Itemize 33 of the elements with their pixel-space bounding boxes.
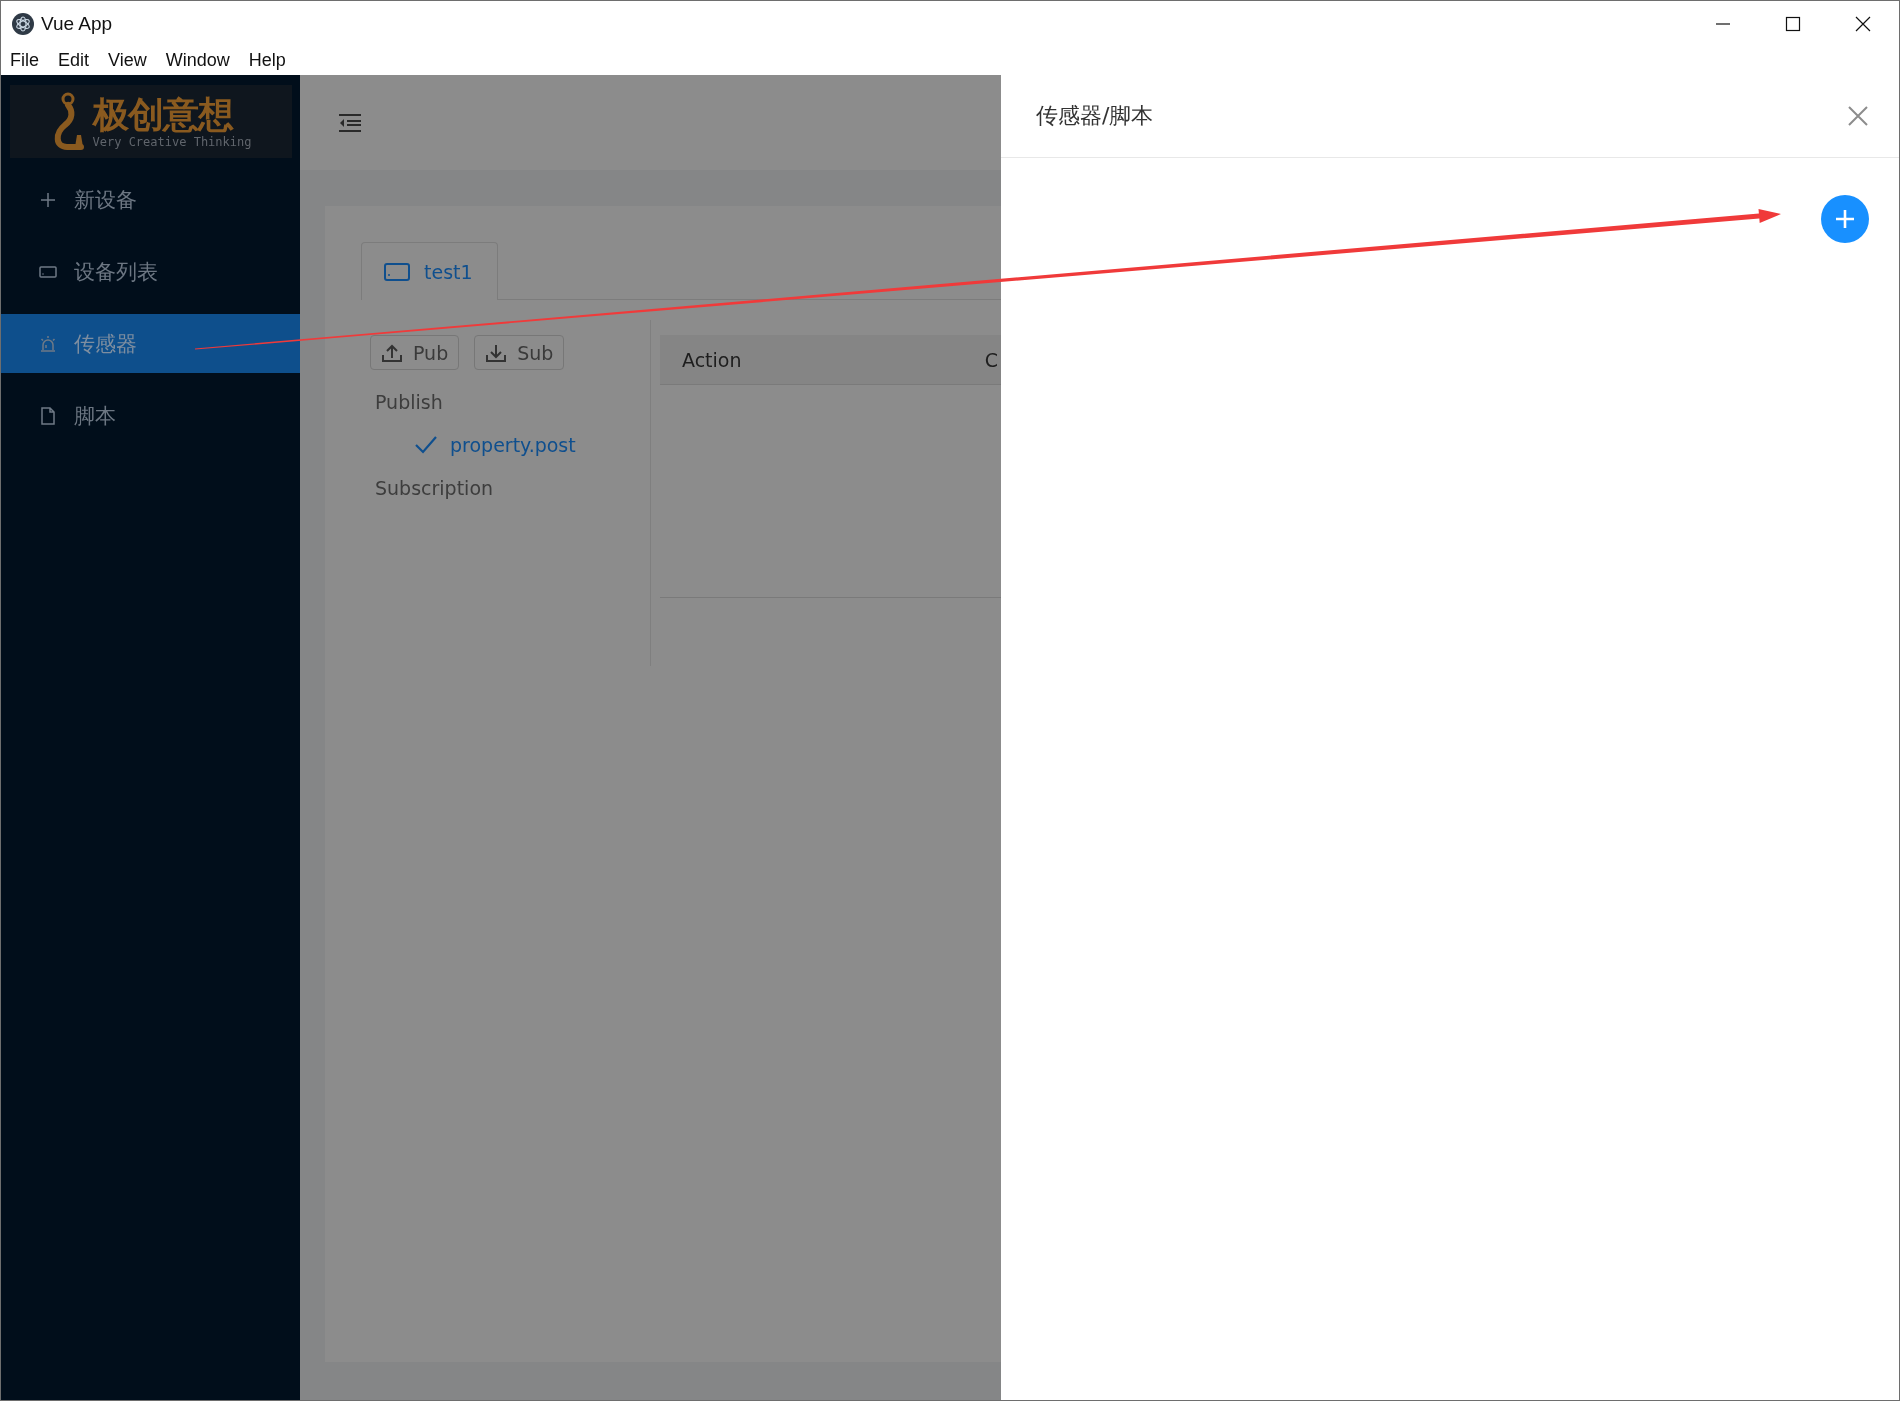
- plus-icon: [39, 190, 57, 209]
- menu-item[interactable]: Window: [165, 50, 230, 71]
- download-icon: [485, 342, 508, 363]
- sidebar-item[interactable]: 设备列表: [1, 242, 300, 301]
- drawer-title: 传感器/脚本: [1036, 102, 1154, 130]
- topic-group-label: Subscription: [374, 476, 495, 501]
- menu-item[interactable]: File: [10, 50, 39, 71]
- upload-icon: [381, 342, 403, 363]
- topic-group-label: Publish: [374, 390, 444, 415]
- alarm-icon: [39, 334, 57, 353]
- column-header: C: [984, 348, 998, 371]
- monitor-icon: [384, 262, 410, 281]
- sidebar-item[interactable]: 新设备: [1, 170, 300, 229]
- sidebar-item[interactable]: 脚本: [1, 386, 300, 445]
- window-title: Vue App: [41, 12, 113, 35]
- close-icon[interactable]: [1855, 15, 1871, 32]
- app-icon: [12, 12, 34, 35]
- upload-button[interactable]: Pub: [370, 335, 460, 370]
- logo-subtitle: Very Creative Thinking: [92, 134, 252, 149]
- add-button[interactable]: [1821, 195, 1869, 243]
- plus-icon: [1834, 208, 1856, 230]
- column-header: Action: [682, 348, 742, 371]
- topic-item[interactable]: property.post: [370, 422, 650, 468]
- sidebar-item[interactable]: 传感器: [1, 314, 300, 373]
- file-icon: [39, 406, 57, 425]
- menu-item[interactable]: Help: [248, 50, 286, 71]
- logo-title: 极创意想: [92, 94, 233, 135]
- download-button[interactable]: Sub: [474, 335, 565, 370]
- tab[interactable]: test1: [361, 242, 498, 300]
- menu-icon[interactable]: [338, 112, 362, 133]
- menu-item[interactable]: Edit: [58, 50, 90, 71]
- maximize-icon[interactable]: [1785, 15, 1801, 32]
- menu-item[interactable]: View: [108, 50, 147, 71]
